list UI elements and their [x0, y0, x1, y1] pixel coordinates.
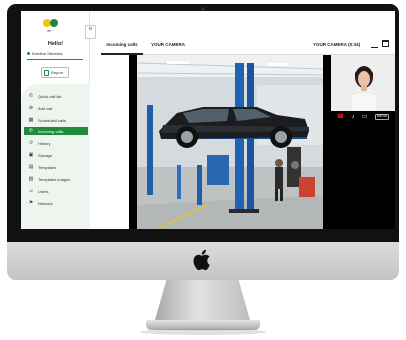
camera-label-left: YOUR CAMERA: [151, 42, 186, 47]
microphone-icon[interactable]: ♪: [352, 114, 355, 120]
sidebar-item-label: Templates images: [38, 176, 71, 182]
sidebar-item-history[interactable]: ↺ History: [24, 139, 88, 147]
call-controls: ☎ ♪ ▭ MENU: [331, 111, 395, 123]
network-icon: ⚑: [28, 199, 34, 206]
main-video-area: [129, 55, 331, 229]
monitor-stand: [155, 280, 250, 320]
sidebar-item-label: History: [38, 140, 51, 146]
camera-label-right-text: YOUR CAMERA: [313, 42, 347, 47]
garage-video-feed: [137, 55, 323, 229]
side-panel: [101, 55, 129, 229]
collapse-sidebar-button[interactable]: ⊖: [85, 25, 96, 39]
sidebar-item-label: Scheduled calls: [38, 117, 67, 123]
online-status-dot: [27, 52, 30, 56]
apple-logo-icon: [193, 249, 210, 271]
sidebar-nav: ✆ Quick call list ⊕ Add call ▦ Scheduled…: [21, 84, 90, 229]
logo-dot-green: [50, 19, 58, 27]
user-name-label: Ewelina Sikorska: [32, 51, 63, 56]
greeting: Hello!: [47, 41, 64, 47]
sidebar-item-label: Add call: [38, 105, 53, 111]
template-icon: ▤: [28, 163, 34, 170]
sidebar-item-label: Incoming calls: [38, 128, 64, 134]
sidebar-item-templates[interactable]: ▤ Templates: [24, 163, 88, 171]
minimize-button[interactable]: [371, 47, 378, 48]
user-name: Ewelina Sikorska: [27, 51, 89, 56]
sidebar-item-network[interactable]: ⚑ Network: [24, 199, 88, 207]
sidebar-item-quick-call-list[interactable]: ✆ Quick call list: [24, 92, 88, 100]
tab-incoming-calls[interactable]: Incoming calls: [101, 35, 143, 55]
users-icon: ☺: [28, 187, 34, 194]
collapse-icon: ⊖: [88, 26, 93, 32]
history-icon: ↺: [28, 139, 34, 146]
add-call-icon: ⊕: [28, 104, 34, 111]
sidebar: æ··· Hello! Ewelina Sikorska Report ✆ Qu…: [21, 11, 90, 229]
camera-label-right: YOUR CAMERA (0:34): [313, 42, 360, 47]
sidebar-item-templates-images[interactable]: ▧ Templates images: [24, 175, 88, 183]
phone-icon: ✆: [28, 92, 34, 99]
end-call-icon[interactable]: ☎: [337, 114, 344, 120]
report-icon: [44, 69, 49, 76]
video-camera-icon[interactable]: ▭: [362, 114, 368, 120]
report-label: Report: [51, 70, 64, 75]
caller-person-image: [331, 55, 395, 111]
sidebar-item-users[interactable]: ☺ Users: [24, 187, 88, 195]
sidebar-item-label: Users: [38, 188, 49, 194]
sidebar-item-scheduled-calls[interactable]: ▦ Scheduled calls: [24, 116, 88, 124]
incoming-call-icon: ✆: [28, 127, 34, 134]
app-screen: æ··· Hello! Ewelina Sikorska Report ✆ Qu…: [21, 11, 395, 229]
maximize-button[interactable]: [382, 40, 389, 47]
app-logo: æ···: [41, 19, 65, 39]
caller-video-feed: [331, 55, 395, 111]
sidebar-item-label: Network: [38, 200, 53, 206]
menu-button[interactable]: MENU: [374, 114, 390, 120]
call-timer: (0:34): [348, 42, 361, 47]
caller-panel: ☎ ♪ ▭ MENU: [331, 55, 395, 229]
report-button[interactable]: Report: [41, 67, 69, 78]
storage-icon: ▣: [28, 151, 34, 158]
divider: [27, 59, 83, 60]
sidebar-item-incoming-calls[interactable]: ✆ Incoming calls: [24, 127, 88, 135]
sidebar-item-label: Templates: [38, 164, 57, 170]
sidebar-item-label: Quick call list: [38, 93, 62, 99]
garage-scene-image: [137, 55, 323, 229]
calendar-icon: ▦: [28, 116, 34, 123]
sidebar-item-label: Storage: [38, 152, 53, 158]
monitor-chin: [7, 242, 399, 280]
images-icon: ▧: [28, 175, 34, 182]
logo-text: æ···: [47, 28, 55, 33]
call-header: Incoming calls YOUR CAMERA YOUR CAMERA (…: [101, 35, 395, 55]
sidebar-item-storage[interactable]: ▣ Storage: [24, 151, 88, 159]
stand-shadow: [140, 329, 266, 335]
sidebar-item-add-call[interactable]: ⊕ Add call: [24, 104, 88, 112]
